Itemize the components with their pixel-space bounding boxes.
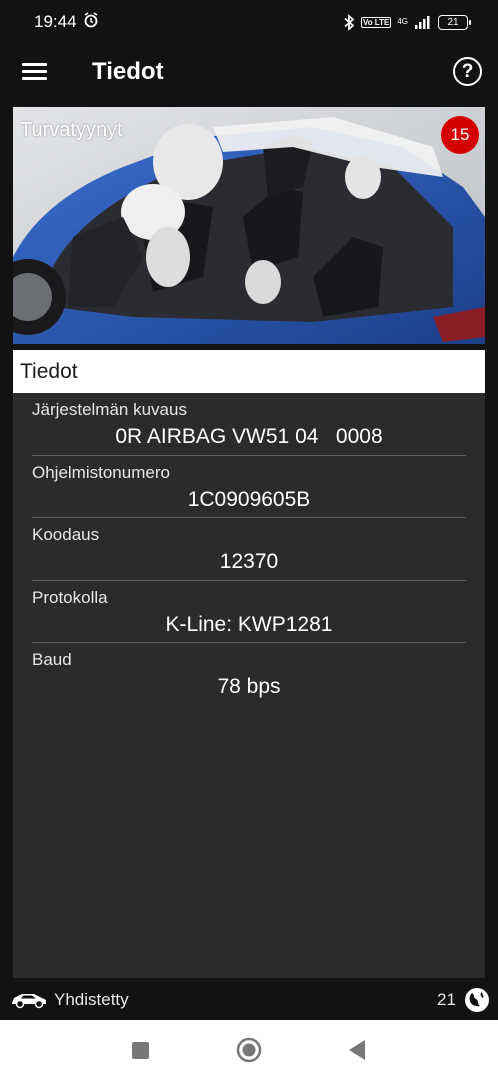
bluetooth-icon	[343, 13, 355, 31]
hero-label: Turvatyynyt	[20, 119, 123, 141]
info-label: Ohjelmistonumero	[32, 462, 170, 482]
car-icon	[10, 989, 48, 1014]
connection-count: 21	[437, 990, 456, 1009]
airbag-hero-image[interactable]: Turvatyynyt 15	[13, 107, 485, 344]
clock: 19:44	[34, 12, 77, 31]
info-row-baud: Baud 78 bps	[32, 643, 466, 706]
network-type: 4G	[397, 17, 408, 26]
car-cutaway-illustration	[13, 107, 485, 344]
info-panel: Tiedot Järjestelmän kuvaus 0R AIRBAG VW5…	[13, 350, 485, 978]
info-value: 12370	[219, 550, 279, 573]
info-value: K-Line: KWP1281	[165, 612, 333, 636]
help-icon[interactable]: ?	[453, 57, 482, 86]
signal-icon	[414, 15, 432, 29]
alarm-icon	[83, 11, 99, 33]
globe-icon[interactable]	[464, 987, 490, 1018]
info-row-software-number: Ohjelmistonumero 1C0909605B	[32, 456, 466, 518]
recents-button[interactable]	[131, 1041, 150, 1065]
hamburger-menu-icon[interactable]	[22, 60, 50, 84]
system-nav-bar	[0, 1020, 498, 1080]
battery-icon: 21	[438, 14, 471, 30]
app-bar: Tiedot ?	[0, 44, 498, 100]
panel-header: Tiedot	[13, 350, 485, 393]
info-value: 1C0909605B	[187, 487, 311, 511]
info-row-system-description: Järjestelmän kuvaus 0R AIRBAG VW51 04 00…	[32, 393, 466, 456]
back-button[interactable]	[347, 1039, 367, 1066]
page-title: Tiedot	[92, 58, 164, 85]
info-row-protocol: Protokolla K-Line: KWP1281	[32, 581, 466, 643]
info-label: Protokolla	[32, 587, 108, 607]
info-value: 78 bps	[217, 675, 281, 698]
info-value: 0R AIRBAG VW51 04 0008	[115, 425, 383, 448]
status-bar: 19:44 Vo LTE 4G 21	[0, 0, 498, 44]
volte-indicator: Vo LTE	[360, 16, 392, 28]
connection-label: Yhdistetty	[54, 990, 129, 1009]
status-left: 19:44	[34, 11, 99, 33]
home-button[interactable]	[236, 1037, 262, 1068]
info-label: Baud	[32, 650, 72, 669]
connection-status-bar: Yhdistetty 21	[0, 980, 498, 1020]
fault-count-badge: 15	[441, 116, 479, 154]
info-label: Järjestelmän kuvaus	[32, 400, 187, 419]
status-right: Vo LTE 4G 21	[343, 13, 471, 31]
info-row-coding: Koodaus 12370	[32, 518, 466, 581]
info-label: Koodaus	[32, 525, 100, 544]
